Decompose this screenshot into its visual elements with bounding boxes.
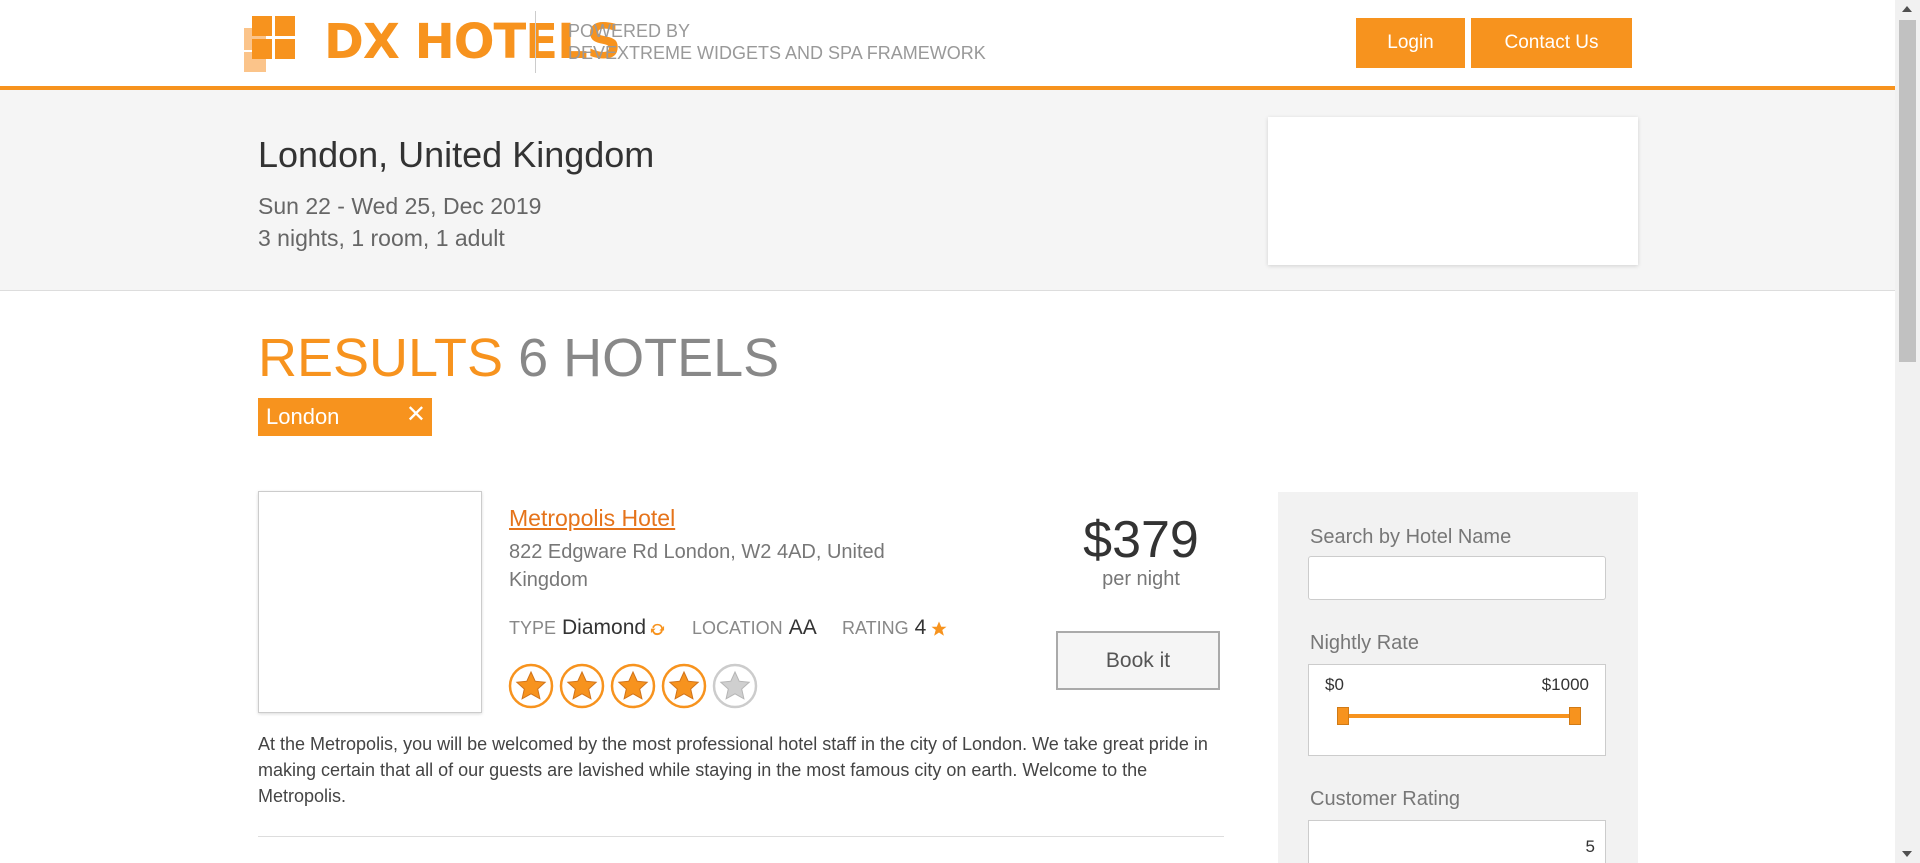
login-button[interactable]: Login [1356, 18, 1465, 68]
star-filled-icon [508, 663, 554, 709]
filter-panel: Search by Hotel Name Nightly Rate $0 $10… [1278, 492, 1638, 863]
price-block: $379 per night [1072, 512, 1210, 591]
results-heading: RESULTS 6 HOTELS [258, 326, 779, 390]
customer-rating-input[interactable]: 5 [1308, 820, 1606, 863]
scroll-up-icon[interactable] [1902, 6, 1912, 12]
filter-tag-label: London [266, 404, 340, 429]
stay-dates: Sun 22 - Wed 25, Dec 2019 [258, 193, 542, 219]
star-filled-icon [661, 663, 707, 709]
hotel-name-link[interactable]: Metropolis Hotel [509, 505, 675, 532]
rate-min-value: $0 [1325, 675, 1344, 694]
search-summary: London, United Kingdom Sun 22 - Wed 25, … [0, 90, 1895, 291]
search-hotel-label: Search by Hotel Name [1310, 526, 1512, 548]
destination-city: London, United Kingdom [258, 134, 655, 175]
rate-min-handle[interactable] [1337, 707, 1349, 725]
star-filled-icon [559, 663, 605, 709]
star-icon [931, 621, 947, 636]
powered-by-text: POWERED BY DEVEXTREME WIDGETS AND SPA FR… [568, 20, 986, 64]
rate-max-value: $1000 [1541, 675, 1589, 694]
results-count: 6 HOTELS [518, 328, 780, 388]
stay-details: Sun 22 - Wed 25, Dec 2019 3 nights, 1 ro… [258, 190, 541, 254]
star-filled-icon [610, 663, 656, 709]
scroll-down-icon[interactable] [1902, 851, 1912, 857]
scrollbar-thumb[interactable] [1899, 20, 1916, 362]
rate-max-handle[interactable] [1569, 707, 1581, 725]
close-icon[interactable]: ✕ [406, 400, 426, 429]
powered-by-line-2: DEVEXTREME WIDGETS AND SPA FRAMEWORK [568, 43, 986, 63]
customer-rating-label: Customer Rating [1310, 788, 1461, 810]
rate-slider-track[interactable] [1341, 714, 1575, 718]
hotel-thumbnail[interactable] [258, 491, 482, 713]
stay-occupancy: 3 nights, 1 room, 1 adult [258, 225, 505, 251]
powered-by-line-1: POWERED BY [568, 21, 691, 41]
hotel-location: LOCATION AA [692, 616, 817, 640]
location-value: AA [788, 616, 817, 639]
dx-hotels-logo-icon[interactable] [242, 14, 302, 74]
hotel-type: TYPE Diamond [509, 616, 665, 640]
price-amount: $379 [1083, 511, 1199, 569]
nightly-rate-slider[interactable]: $0 $1000 [1308, 664, 1606, 756]
customer-rating-value: 5 [1585, 837, 1595, 856]
price-unit: per night [1102, 568, 1180, 590]
nightly-rate-label: Nightly Rate [1310, 632, 1419, 654]
vertical-scrollbar[interactable] [1895, 0, 1920, 863]
rating-value: 4 [914, 616, 927, 639]
rating-label: RATING [842, 618, 909, 638]
book-it-button[interactable]: Book it [1056, 631, 1220, 690]
hotel-description: At the Metropolis, you will be welcomed … [258, 734, 1208, 806]
results-word: RESULTS [258, 328, 504, 388]
hotel-address: 822 Edgware Rd London, W2 4AD, United Ki… [509, 541, 885, 591]
location-label: LOCATION [692, 618, 783, 638]
contact-us-button[interactable]: Contact Us [1471, 18, 1632, 68]
star-rating [508, 663, 763, 713]
hotel-name-search-input[interactable] [1308, 556, 1606, 600]
card-divider [258, 836, 1224, 837]
type-value: Diamond [562, 616, 647, 639]
map-panel[interactable] [1268, 117, 1638, 265]
top-navbar: DX HOTELS POWERED BY DEVEXTREME WIDGETS … [0, 0, 1895, 90]
page: DX HOTELS POWERED BY DEVEXTREME WIDGETS … [0, 0, 1895, 863]
header-divider [535, 11, 536, 73]
type-label: TYPE [509, 618, 557, 638]
star-empty-icon [712, 663, 758, 709]
hotel-rating: RATING 4 [842, 616, 948, 640]
refresh-icon [651, 623, 665, 635]
filter-tag-london: London ✕ [258, 398, 432, 436]
